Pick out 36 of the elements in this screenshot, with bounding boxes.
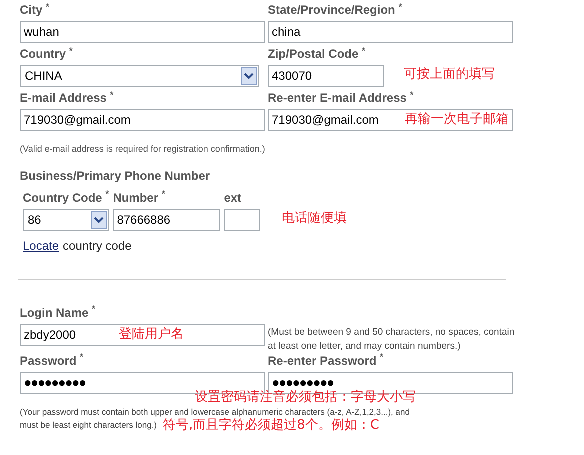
- input-field[interactable]: 430070: [268, 65, 384, 87]
- input-field[interactable]: 719030@gmail.com: [20, 109, 265, 131]
- annotation-text: 再输一次电子邮箱: [405, 111, 509, 130]
- field-label: Country $^{*}$: [20, 47, 74, 63]
- field-label: ext: [224, 190, 243, 206]
- section-heading: Business/Primary Phone Number: [20, 168, 212, 184]
- input-field[interactable]: china: [268, 21, 513, 43]
- field-label: Zip/Postal Code $^{*}$: [268, 47, 367, 63]
- annotation-text: 可按上面的填写: [404, 66, 495, 84]
- link-suffix-text: country code: [63, 238, 132, 254]
- hint-text: (Valid e-mail address is required for registration confirmation.): [20, 143, 266, 156]
- dropdown[interactable]: 86: [23, 208, 109, 230]
- hint-text: must be least eight characters long.): [20, 419, 158, 432]
- annotation-text: 符号,而且字符必须超过8个。例如：C: [163, 418, 380, 434]
- input-field[interactable]: 87666886: [113, 208, 220, 230]
- field-label: E-mail Address $^{*}$: [20, 91, 115, 107]
- dropdown[interactable]: CHINA: [20, 65, 259, 87]
- field-label: City $^{*}$: [20, 3, 51, 19]
- input-field[interactable]: wuhan: [20, 21, 265, 43]
- locate-link[interactable]: Locate: [23, 236, 60, 254]
- field-label: Number $^{*}$: [113, 190, 166, 206]
- input-field[interactable]: zbdy2000 登陆用户名: [20, 324, 265, 346]
- field-value: 719030@gmail.com: [272, 112, 379, 129]
- field-label: Country Code $^{*}$: [23, 190, 110, 206]
- annotation-text: 电话随便填: [282, 210, 348, 228]
- field-label: Login Name $^{*}$: [20, 306, 97, 322]
- field-label: State/Province/Region $^{*}$: [268, 3, 404, 19]
- hint-text: (Must be between 9 and 50 characters, no spaces, contain at least one letter, and may contain numbers.): [268, 326, 516, 354]
- input-field[interactable]: 719030@gmail.com 再输一次电子邮箱: [268, 109, 513, 131]
- field-label: Re-enter E-mail Address $^{*}$: [268, 91, 415, 107]
- field-label: Password $^{*}$: [20, 354, 85, 370]
- field-label: Re-enter Password $^{*}$: [268, 354, 385, 370]
- field-value: zbdy2000: [24, 326, 78, 344]
- input-field[interactable]: [224, 208, 260, 230]
- annotation-text: 登陆用户名: [119, 326, 184, 344]
- hint-text: (Your password must contain both upper and lowercase alphanumeric characters (a-z, A-Z,1,2,3...), and: [20, 406, 411, 418]
